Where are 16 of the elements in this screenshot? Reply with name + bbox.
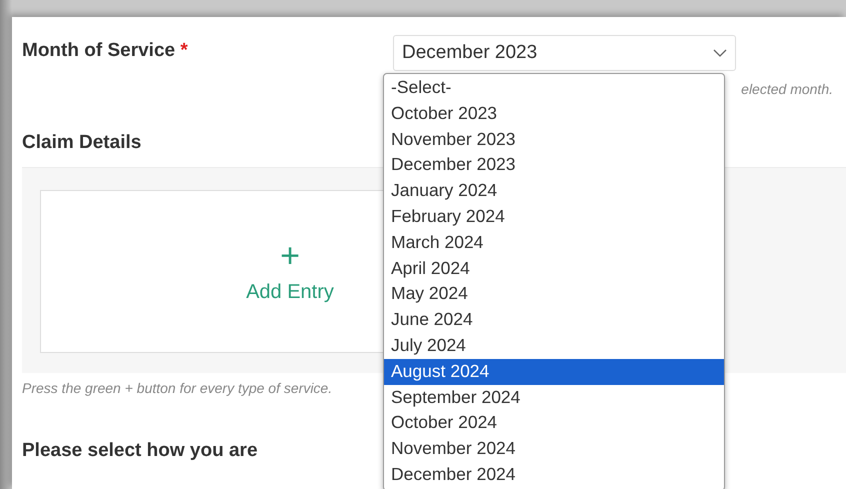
field-label: Month of Service * [22,40,188,61]
dropdown-option[interactable]: November 2023 [384,126,724,152]
dropdown-option[interactable]: September 2024 [384,384,724,410]
field-label: Please select how you are [22,440,258,462]
month-select[interactable]: December 2023 [393,35,736,71]
dropdown-option[interactable]: November 2024 [384,436,724,462]
section-heading: Claim Details [22,132,142,154]
dropdown-option[interactable]: October 2023 [384,100,724,127]
dropdown-option[interactable]: August 2024 [384,358,724,385]
help-text: Press the green + button for every type of service. [22,380,334,396]
dropdown-option[interactable]: December 2023 [384,152,724,178]
chevron-down-icon [713,49,727,57]
dropdown-option[interactable]: December 2024 [384,462,724,488]
field-hint: elected month. [741,80,833,97]
dropdown-option[interactable]: -Select- [384,75,724,101]
dropdown-option[interactable]: October 2024 [384,410,724,436]
